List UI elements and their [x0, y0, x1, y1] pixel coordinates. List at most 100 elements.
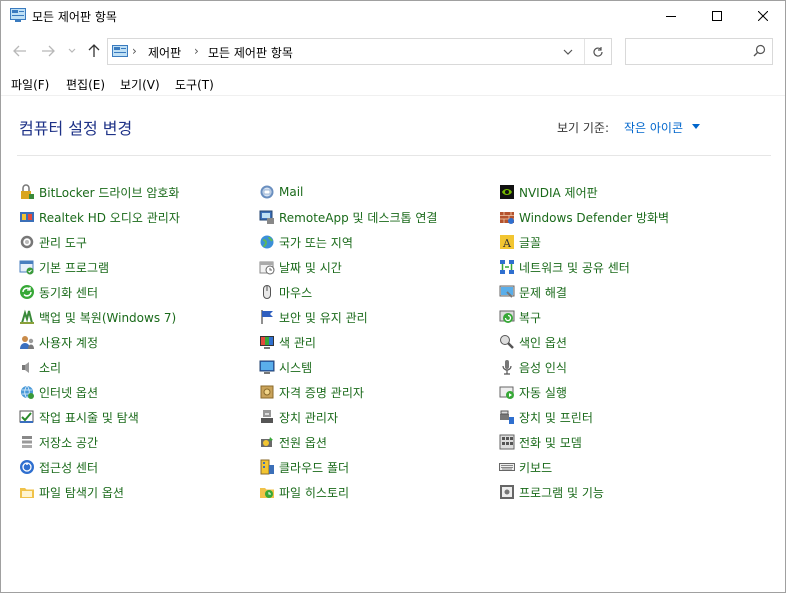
control-panel-item-label[interactable]: 색인 옵션 [519, 334, 567, 351]
title-bar[interactable]: 모든 제어판 항목 [1, 1, 785, 31]
control-panel-item-label[interactable]: 시스템 [279, 359, 312, 376]
control-panel-item[interactable]: 프로그램 및 기능 [499, 482, 604, 502]
control-panel-item[interactable]: 클라우드 폴더 [259, 457, 349, 477]
control-panel-item-label[interactable]: 전화 및 모뎀 [519, 434, 582, 451]
control-panel-item-label[interactable]: 보안 및 유지 관리 [279, 309, 368, 326]
view-by-dropdown[interactable]: 작은 아이콘 [624, 119, 683, 136]
control-panel-item-label[interactable]: BitLocker 드라이브 암호화 [39, 184, 179, 201]
close-button[interactable] [740, 1, 786, 31]
menu-tools[interactable]: 도구(T) [175, 76, 214, 93]
control-panel-item-label[interactable]: 마우스 [279, 284, 312, 301]
control-panel-item-label[interactable]: 자격 증명 관리자 [279, 384, 364, 401]
forward-button[interactable] [39, 41, 57, 61]
control-panel-item[interactable]: 저장소 공간 [19, 432, 98, 452]
control-panel-item[interactable]: 자격 증명 관리자 [259, 382, 364, 402]
control-panel-item[interactable]: Windows Defender 방화벽 [499, 207, 669, 227]
control-panel-item-label[interactable]: 백업 및 복원(Windows 7) [39, 309, 176, 326]
control-panel-item-label[interactable]: 색 관리 [279, 334, 316, 351]
address-dropdown-button[interactable] [556, 39, 580, 64]
control-panel-item[interactable]: 동기화 센터 [19, 282, 98, 302]
control-panel-item[interactable]: 색 관리 [259, 332, 316, 352]
control-panel-item[interactable]: 작업 표시줄 및 탐색 [19, 407, 139, 427]
control-panel-item-label[interactable]: Mail [279, 185, 303, 199]
recent-locations-button[interactable] [63, 41, 81, 61]
control-panel-item[interactable]: 네트워크 및 공유 센터 [499, 257, 630, 277]
control-panel-item-label[interactable]: NVIDIA 제어판 [519, 184, 598, 201]
control-panel-item-label[interactable]: 키보드 [519, 459, 552, 476]
control-panel-item-label[interactable]: 인터넷 옵션 [39, 384, 98, 401]
menu-file[interactable]: 파일(F) [11, 76, 49, 93]
control-panel-item-label[interactable]: 장치 및 프린터 [519, 409, 593, 426]
control-panel-item[interactable]: 백업 및 복원(Windows 7) [19, 307, 176, 327]
control-panel-item[interactable]: 복구 [499, 307, 541, 327]
minimize-button[interactable] [648, 1, 694, 31]
control-panel-item[interactable]: 파일 탐색기 옵션 [19, 482, 124, 502]
maximize-button[interactable] [694, 1, 740, 31]
control-panel-item-label[interactable]: 사용자 계정 [39, 334, 98, 351]
back-button[interactable] [11, 41, 29, 61]
control-panel-item[interactable]: NVIDIA 제어판 [499, 182, 598, 202]
control-panel-item-label[interactable]: 날짜 및 시간 [279, 259, 342, 276]
refresh-button[interactable] [585, 39, 611, 64]
view-by-caret-icon[interactable] [692, 124, 700, 129]
control-panel-item-label[interactable]: 파일 탐색기 옵션 [39, 484, 124, 501]
breadcrumb-all-items[interactable]: 모든 제어판 항목 [208, 44, 293, 61]
control-panel-item-label[interactable]: 동기화 센터 [39, 284, 98, 301]
control-panel-item[interactable]: 접근성 센터 [19, 457, 98, 477]
menu-view[interactable]: 보기(V) [120, 76, 160, 93]
control-panel-item-label[interactable]: 관리 도구 [39, 234, 87, 251]
control-panel-item[interactable]: 장치 관리자 [259, 407, 338, 427]
control-panel-item[interactable]: Mail [259, 182, 303, 202]
control-panel-item[interactable]: 보안 및 유지 관리 [259, 307, 368, 327]
address-bar[interactable]: › 제어판 › 모든 제어판 항목 [107, 38, 612, 65]
breadcrumb-chevron-icon[interactable]: › [194, 44, 199, 58]
control-panel-item[interactable]: 장치 및 프린터 [499, 407, 593, 427]
control-panel-item-label[interactable]: 클라우드 폴더 [279, 459, 349, 476]
control-panel-item-label[interactable]: Realtek HD 오디오 관리자 [39, 209, 180, 226]
control-panel-item[interactable]: 전원 옵션 [259, 432, 327, 452]
control-panel-item-label[interactable]: 네트워크 및 공유 센터 [519, 259, 630, 276]
control-panel-item-label[interactable]: 글꼴 [519, 234, 541, 251]
control-panel-item-label[interactable]: 기본 프로그램 [39, 259, 109, 276]
control-panel-item-label[interactable]: 접근성 센터 [39, 459, 98, 476]
control-panel-item-label[interactable]: 자동 실행 [519, 384, 567, 401]
control-panel-item-label[interactable]: 국가 또는 지역 [279, 234, 353, 251]
control-panel-item[interactable]: 기본 프로그램 [19, 257, 109, 277]
control-panel-item-label[interactable]: Windows Defender 방화벽 [519, 209, 669, 226]
control-panel-item[interactable]: 관리 도구 [19, 232, 87, 252]
breadcrumb-chevron-icon[interactable]: › [132, 44, 137, 58]
control-panel-item[interactable]: 국가 또는 지역 [259, 232, 353, 252]
control-panel-item[interactable]: 문제 해결 [499, 282, 567, 302]
control-panel-item[interactable]: 시스템 [259, 357, 312, 377]
control-panel-item[interactable]: 색인 옵션 [499, 332, 567, 352]
breadcrumb-control-panel[interactable]: 제어판 [148, 44, 181, 61]
up-button[interactable] [85, 41, 103, 61]
control-panel-item-label[interactable]: 장치 관리자 [279, 409, 338, 426]
control-panel-item-label[interactable]: 저장소 공간 [39, 434, 98, 451]
control-panel-item[interactable]: 자동 실행 [499, 382, 567, 402]
control-panel-item[interactable]: 음성 인식 [499, 357, 567, 377]
control-panel-item-label[interactable]: 작업 표시줄 및 탐색 [39, 409, 139, 426]
search-input[interactable] [625, 38, 773, 65]
control-panel-item-label[interactable]: 전원 옵션 [279, 434, 327, 451]
control-panel-item-label[interactable]: 음성 인식 [519, 359, 567, 376]
control-panel-item[interactable]: 인터넷 옵션 [19, 382, 98, 402]
control-panel-item[interactable]: BitLocker 드라이브 암호화 [19, 182, 179, 202]
control-panel-item[interactable]: 마우스 [259, 282, 312, 302]
control-panel-item[interactable]: 사용자 계정 [19, 332, 98, 352]
control-panel-item-label[interactable]: RemoteApp 및 데스크톱 연결 [279, 209, 437, 226]
control-panel-item-label[interactable]: 문제 해결 [519, 284, 567, 301]
control-panel-item-label[interactable]: 프로그램 및 기능 [519, 484, 604, 501]
control-panel-item-label[interactable]: 파일 히스토리 [279, 484, 349, 501]
control-panel-item[interactable]: Realtek HD 오디오 관리자 [19, 207, 180, 227]
control-panel-item[interactable]: 키보드 [499, 457, 552, 477]
control-panel-item-label[interactable]: 복구 [519, 309, 541, 326]
control-panel-item[interactable]: A 글꼴 [499, 232, 541, 252]
control-panel-item[interactable]: 날짜 및 시간 [259, 257, 342, 277]
control-panel-item[interactable]: 파일 히스토리 [259, 482, 349, 502]
control-panel-item[interactable]: RemoteApp 및 데스크톱 연결 [259, 207, 437, 227]
control-panel-item-label[interactable]: 소리 [39, 359, 61, 376]
menu-edit[interactable]: 편집(E) [66, 76, 105, 93]
control-panel-item[interactable]: 소리 [19, 357, 61, 377]
control-panel-item[interactable]: 전화 및 모뎀 [499, 432, 582, 452]
